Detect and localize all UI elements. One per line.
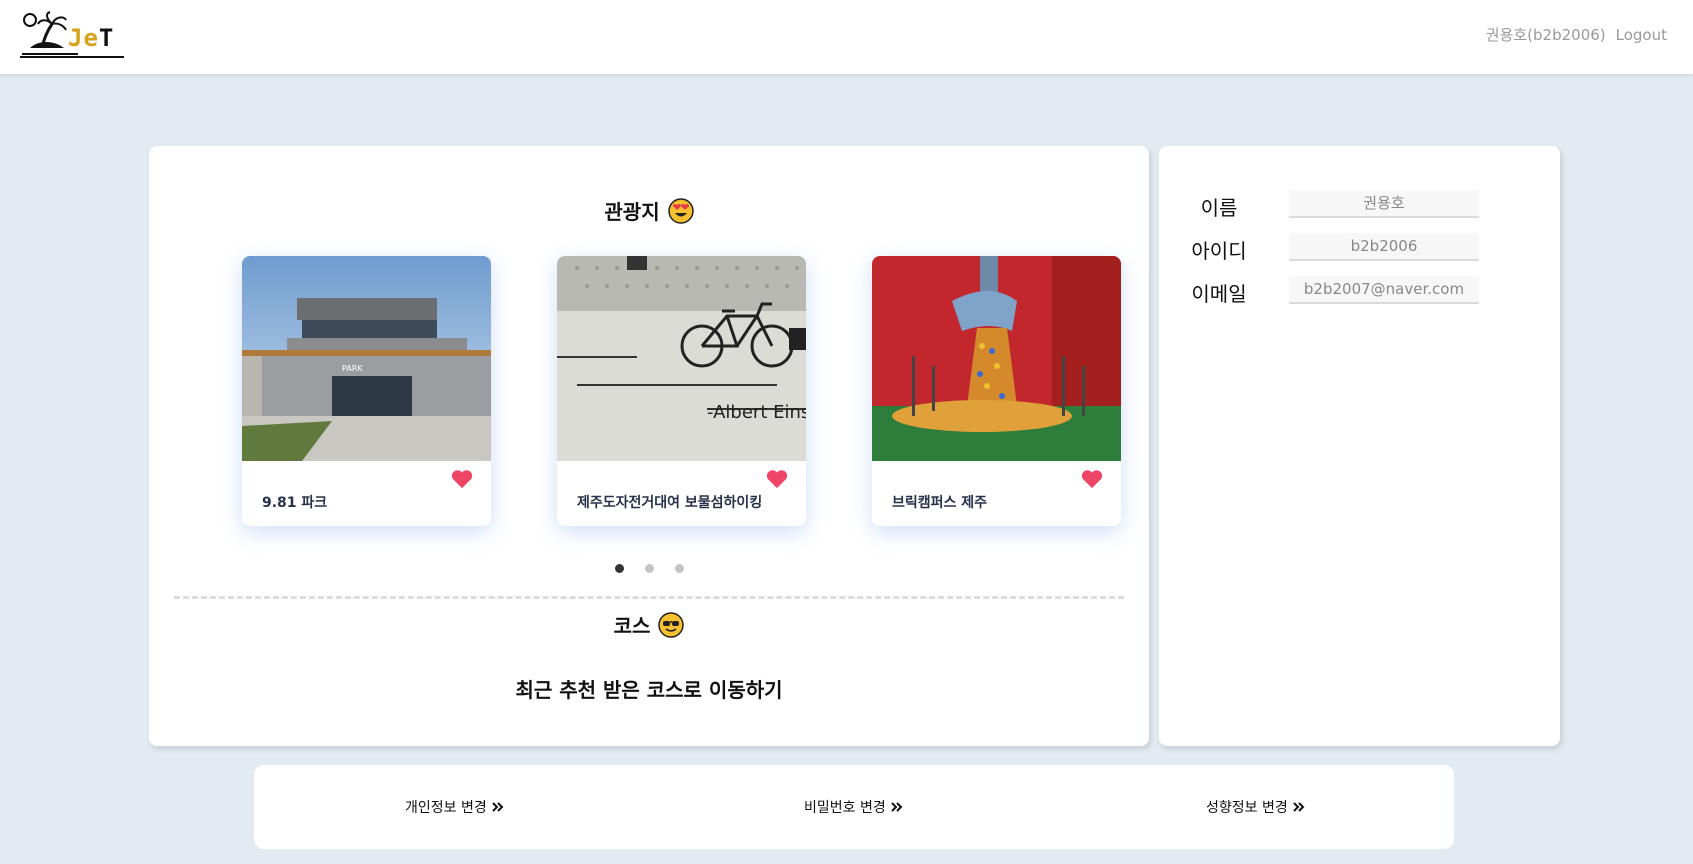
double-chevron-right-icon [1293, 802, 1305, 812]
email-label: 이메일 [1191, 282, 1247, 306]
heart-icon[interactable] [451, 469, 473, 489]
place-image-modern-building: PARK [242, 256, 491, 461]
logout-link[interactable]: Logout [1616, 26, 1667, 44]
double-chevron-right-icon [492, 802, 504, 812]
jet-logo[interactable]: JeT [20, 10, 124, 58]
logo-wordmark: JeT [68, 24, 114, 52]
heart-icon[interactable] [1081, 469, 1103, 489]
place-name: 9.81 파크 [262, 495, 328, 511]
svg-text:-Albert Einste: -Albert Einste [707, 402, 806, 423]
pagination-dot[interactable] [674, 564, 684, 573]
email-value: b2b2007@naver.com [1289, 276, 1479, 304]
password-label: 비밀번호 변경 [804, 800, 886, 816]
bottom-settings-bar: 개인정보 변경 비밀번호 변경 성향정보 변경 [254, 765, 1454, 849]
name-label: 이름 [1200, 196, 1238, 220]
place-card[interactable]: PARK 9.81 파크 [242, 256, 491, 526]
logo-text-t: T [98, 24, 115, 52]
place-name: 브릭캠퍼스 제주 [892, 495, 988, 511]
heart-eyes-emoji-icon [667, 197, 694, 224]
preference-label: 성향정보 변경 [1206, 800, 1288, 816]
user-display: 권용호(b2b2006) [1485, 26, 1606, 44]
profile-row-id: 아이디 b2b2006 [1179, 233, 1539, 263]
heart-icon[interactable] [766, 469, 788, 489]
recent-course-link[interactable]: 최근 추천 받은 코스로 이동하기 [149, 674, 1149, 703]
svg-text:PARK: PARK [342, 364, 363, 373]
section-divider [174, 596, 1124, 599]
pagination-dot[interactable] [614, 564, 624, 573]
course-section-title: 코스 [149, 610, 1149, 639]
double-chevron-right-icon [891, 802, 903, 812]
sunglasses-emoji-icon [658, 611, 685, 638]
tour-section-title: 관광지 [149, 196, 1149, 225]
place-image-lego-faucet [872, 256, 1121, 461]
place-card[interactable]: 브릭캠퍼스 제주 [872, 256, 1121, 526]
id-label: 아이디 [1191, 239, 1247, 263]
personal-info-label: 개인정보 변경 [405, 800, 487, 816]
name-value: 권용호 [1289, 190, 1479, 218]
tour-carousel[interactable]: PARK 9.81 파크 -Albert Eins 제주도자전거대여 보물섬하이… [242, 256, 1122, 528]
course-title-text: 코스 [613, 614, 651, 638]
place-image-bicycle-wall: -Albert Einste [557, 256, 806, 461]
user-area: 권용호(b2b2006) Logout [1486, 24, 1667, 45]
carousel-pagination [149, 564, 1149, 573]
tour-title-text: 관광지 [604, 200, 660, 224]
pagination-dot[interactable] [644, 564, 654, 573]
place-card[interactable]: -Albert Einste 제주도자전거대여 보물섬하이킹 [557, 256, 806, 526]
profile-card: 이름 권용호 아이디 b2b2006 이메일 b2b2007@naver.com [1159, 146, 1560, 746]
profile-row-name: 이름 권용호 [1179, 190, 1539, 220]
place-name: 제주도자전거대여 보물섬하이킹 [577, 495, 763, 511]
personal-info-change-link[interactable]: 개인정보 변경 [405, 797, 505, 817]
main-card: 관광지 PARK 9.81 파크 -Albert Eins 제주도자전거대여 보… [149, 146, 1149, 746]
top-header: JeT 권용호(b2b2006) Logout [0, 0, 1693, 75]
logo-text-je: Je [68, 24, 99, 52]
id-value: b2b2006 [1289, 233, 1479, 261]
preference-change-link[interactable]: 성향정보 변경 [1206, 797, 1306, 817]
password-change-link[interactable]: 비밀번호 변경 [804, 797, 904, 817]
profile-row-email: 이메일 b2b2007@naver.com [1179, 276, 1539, 306]
logo-underline [20, 56, 124, 58]
